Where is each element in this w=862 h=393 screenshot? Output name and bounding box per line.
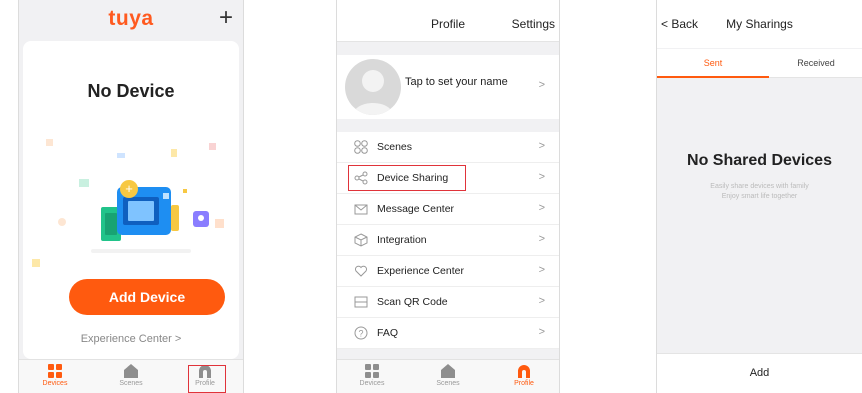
menu-item-label: Experience Center bbox=[377, 265, 464, 277]
profile-highlight-box bbox=[188, 365, 226, 393]
chevron-right-icon: > bbox=[538, 264, 545, 276]
menu-item-label: Message Center bbox=[377, 203, 455, 215]
empty-subtitle-line: Enjoy smart life together bbox=[721, 193, 798, 200]
scenes-icon bbox=[354, 140, 368, 154]
home-icon bbox=[441, 364, 455, 378]
empty-state-subtitle: Easily share devices with family Enjoy s… bbox=[657, 182, 862, 202]
profile-screen: Profile Settings Tap to set your name > … bbox=[336, 0, 560, 393]
my-sharings-screen: < Back My Sharings Sent Received No Shar… bbox=[656, 0, 862, 393]
tab-label: Profile bbox=[514, 380, 534, 387]
chevron-right-icon: > bbox=[538, 326, 545, 338]
tab-label: Devices bbox=[359, 380, 385, 387]
chevron-right-icon: > bbox=[538, 202, 545, 214]
device-sharing-highlight-box bbox=[348, 165, 466, 191]
avatar-silhouette-icon bbox=[353, 70, 393, 115]
cube-icon bbox=[354, 233, 368, 247]
tab-scenes[interactable]: Scenes bbox=[101, 364, 161, 387]
menu-item-label: Integration bbox=[377, 234, 427, 246]
home-icon bbox=[124, 364, 138, 378]
tuya-logo: tuya bbox=[108, 7, 154, 30]
home-screen: tuya + No Device + Add Device Experience… bbox=[18, 0, 244, 393]
tab-profile[interactable]: Profile bbox=[494, 364, 554, 387]
menu-item-label: FAQ bbox=[377, 327, 399, 339]
menu-item-scenes[interactable]: Scenes > bbox=[337, 132, 559, 163]
home-header: tuya + bbox=[19, 0, 243, 40]
profile-header: Profile Settings bbox=[337, 0, 559, 42]
smart-home-illustration-icon: + bbox=[32, 139, 224, 267]
menu-item-message-center[interactable]: Message Center > bbox=[337, 194, 559, 225]
tab-sent[interactable]: Sent bbox=[657, 58, 769, 68]
menu-item-integration[interactable]: Integration > bbox=[337, 225, 559, 256]
page-title: My Sharings bbox=[726, 17, 793, 31]
profile-tab-bar: Devices Scenes Profile bbox=[337, 359, 559, 393]
sharings-header: < Back My Sharings bbox=[657, 0, 862, 48]
scan-icon bbox=[354, 296, 368, 308]
empty-state-title: No Shared Devices bbox=[687, 152, 832, 169]
empty-subtitle-line: Easily share devices with family bbox=[710, 183, 809, 190]
grid-icon bbox=[365, 364, 379, 378]
username-prompt: Tap to set your name bbox=[405, 76, 508, 88]
menu-item-label: Scenes bbox=[377, 141, 413, 153]
user-name-row[interactable]: Tap to set your name > bbox=[337, 55, 559, 119]
menu-item-scan-qr-code[interactable]: Scan QR Code > bbox=[337, 287, 559, 318]
svg-text:+: + bbox=[125, 181, 133, 196]
tab-devices[interactable]: Devices bbox=[342, 364, 402, 387]
chevron-right-icon: > bbox=[538, 295, 545, 307]
tab-label: Scenes bbox=[119, 380, 143, 387]
settings-button[interactable]: Settings bbox=[512, 17, 555, 31]
chevron-right-icon: > bbox=[538, 79, 545, 91]
tab-scenes[interactable]: Scenes bbox=[418, 364, 478, 387]
tab-received[interactable]: Received bbox=[769, 58, 862, 68]
avatar[interactable] bbox=[345, 59, 401, 115]
heart-icon bbox=[354, 265, 368, 277]
chevron-right-icon: > bbox=[538, 171, 545, 183]
home-card: No Device + Add Device Experience Center… bbox=[23, 41, 239, 359]
tab-label: Devices bbox=[42, 380, 68, 387]
add-button[interactable]: Add bbox=[657, 367, 862, 379]
chevron-right-icon: > bbox=[538, 233, 545, 245]
sharing-tabs: Sent Received bbox=[657, 49, 862, 78]
profile-icon bbox=[518, 365, 530, 378]
mail-icon bbox=[354, 204, 368, 215]
active-tab-indicator bbox=[657, 76, 769, 78]
tab-devices[interactable]: Devices bbox=[25, 364, 85, 387]
add-plus-icon[interactable]: + bbox=[219, 6, 233, 30]
grid-icon bbox=[48, 364, 62, 378]
add-device-button[interactable]: Add Device bbox=[69, 279, 225, 315]
no-device-title: No Device bbox=[87, 81, 175, 101]
question-icon: ? bbox=[354, 326, 368, 340]
sharings-footer: Add bbox=[657, 353, 862, 393]
menu-item-experience-center[interactable]: Experience Center > bbox=[337, 256, 559, 287]
menu-item-label: Scan QR Code bbox=[377, 296, 448, 308]
chevron-right-icon: > bbox=[538, 140, 545, 152]
tab-label: Scenes bbox=[436, 380, 460, 387]
experience-center-link[interactable]: Experience Center > bbox=[23, 333, 239, 345]
menu-item-faq[interactable]: ? FAQ > bbox=[337, 318, 559, 349]
svg-text:?: ? bbox=[358, 329, 363, 339]
